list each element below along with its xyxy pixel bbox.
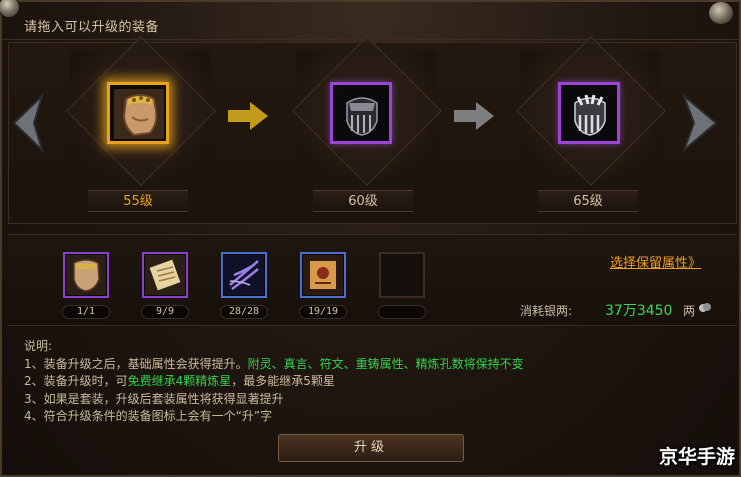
description-line-1: 1、装备升级之后，基础属性会获得提升。附灵、真言、符文、重铸属性、精炼孔数将保持… [24, 356, 524, 371]
rune-scroll-icon [303, 255, 343, 295]
description-line-3: 3、如果是套装，升级后套装属性将获得显著提升 [24, 391, 284, 406]
level-label-final: 65级 [538, 190, 638, 212]
next-arrow-icon[interactable] [680, 94, 720, 152]
gauntlet-icon [66, 255, 106, 295]
description-line-2: 2、装备升级时，可免费继承4颗精炼星，最多能继承5颗星 [24, 374, 335, 389]
gauntlet-gold-icon [114, 89, 164, 139]
material-count: 1/1 [62, 305, 110, 319]
material-count [378, 305, 426, 319]
material-count: 19/19 [299, 305, 347, 319]
material-slot[interactable] [221, 252, 267, 298]
level-label-current: 55级 [88, 190, 188, 212]
gauntlet-dark-icon [337, 89, 387, 139]
level-label-next: 60级 [313, 190, 413, 212]
silver-coin-icon [699, 303, 711, 312]
close-icon[interactable] [709, 2, 733, 24]
description-heading: 说明: [24, 339, 53, 353]
select-retain-attributes-link[interactable]: 选择保留属性》 [610, 252, 701, 271]
material-slot-empty[interactable] [379, 252, 425, 298]
equipment-slot-final [558, 82, 620, 144]
cost-unit: 两 [683, 304, 696, 318]
upgrade-button[interactable]: 升级 [278, 434, 464, 462]
watermark-text: 京华手游 [658, 446, 735, 468]
description-block: 说明: 1、装备升级之后，基础属性会获得提升。附灵、真言、符文、重铸属性、精炼孔… [24, 338, 524, 426]
material-slot[interactable] [63, 252, 109, 298]
material-count: 28/28 [220, 305, 268, 319]
gauntlet-silver-icon [565, 89, 615, 139]
material-slot[interactable] [300, 252, 346, 298]
arrow-right-grey-icon [454, 102, 494, 130]
arrow-right-gold-icon [228, 102, 268, 130]
material-count: 9/9 [141, 305, 189, 319]
material-slot[interactable] [142, 252, 188, 298]
cost-value: 37万3450 [605, 303, 673, 319]
scroll-icon [145, 255, 185, 295]
panel-title: 请拖入可以升级的装备 [24, 20, 160, 35]
equipment-slot-current[interactable] [107, 82, 169, 144]
description-line-4: 4、符合升级条件的装备图标上会有一个“升”字 [24, 409, 273, 424]
prev-arrow-icon[interactable] [10, 94, 44, 152]
cost-label: 消耗银两: [520, 304, 573, 318]
upgrade-panel: 请拖入可以升级的装备 55级 60级 65级 1/1 9/9 28/28 19/… [0, 0, 741, 477]
feather-icon [224, 255, 264, 295]
equipment-slot-next [330, 82, 392, 144]
